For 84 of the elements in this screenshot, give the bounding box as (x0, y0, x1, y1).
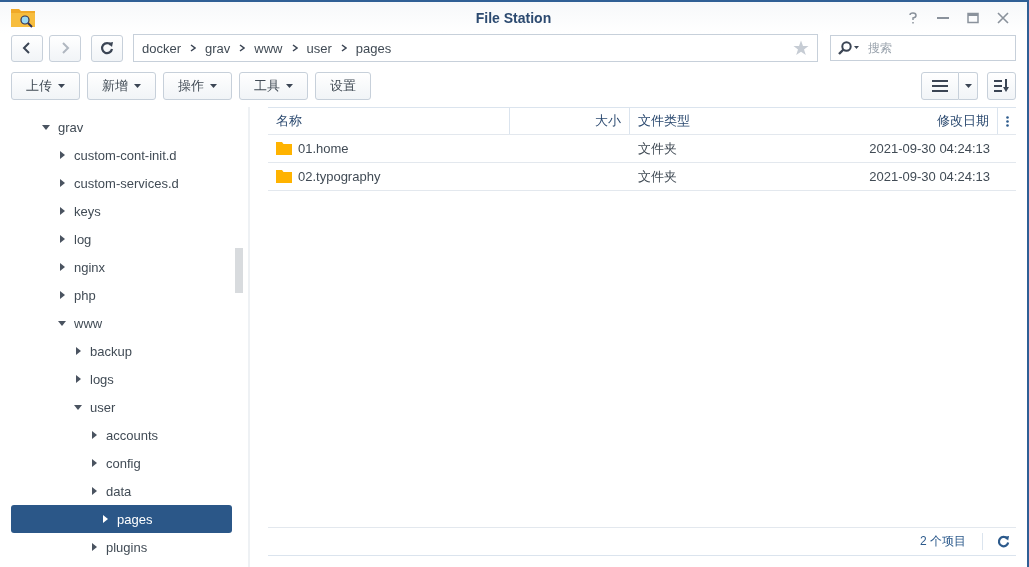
path-segment[interactable]: www (254, 40, 283, 56)
tree-item[interactable]: www (0, 309, 232, 337)
caret-icon (964, 84, 972, 88)
chevron-left-icon (22, 42, 32, 54)
caret-icon (210, 84, 217, 88)
caret-icon (58, 207, 66, 215)
menu-icon (932, 80, 948, 92)
star-icon[interactable] (793, 40, 809, 56)
tree-item[interactable]: logs (0, 365, 232, 393)
caret-icon (134, 84, 141, 88)
caret-icon (58, 235, 66, 243)
caret-icon (90, 431, 98, 439)
caret-icon (74, 347, 82, 355)
tree-item[interactable]: accounts (0, 421, 232, 449)
toolbar-button[interactable]: 设置 (315, 72, 371, 100)
caret-icon (58, 151, 66, 159)
column-header[interactable]: 文件类型 (630, 108, 781, 134)
tree-item[interactable]: keys (0, 197, 232, 225)
path-segment[interactable]: pages (355, 40, 392, 56)
chevron-icon (239, 44, 246, 52)
refresh-icon (100, 41, 114, 55)
tree-item[interactable]: data (0, 477, 232, 505)
caret-icon (74, 403, 82, 411)
caret-icon (90, 487, 98, 495)
tree-item[interactable]: custom-services.d (0, 169, 232, 197)
more-icon[interactable] (1005, 115, 1009, 127)
caret-icon (58, 319, 66, 327)
refresh-icon[interactable] (997, 535, 1010, 548)
file-name[interactable]: 02.typography (298, 169, 381, 184)
tree-item[interactable]: nginx (0, 253, 232, 281)
table-cell-text: 2021-09-30 04:24:13 (868, 168, 991, 186)
chevron-icon (190, 44, 197, 52)
table-cell-text: 2021-09-30 04:24:13 (868, 140, 991, 158)
path-segment[interactable]: user (306, 40, 332, 56)
caret-icon (42, 123, 50, 131)
tree-item[interactable]: custom-cont-init.d (0, 141, 232, 169)
column-header[interactable]: 修改日期 (781, 108, 998, 134)
caret-icon (286, 84, 293, 88)
chevron-icon (291, 44, 298, 52)
toolbar-button[interactable]: 工具 (239, 72, 308, 100)
scrollbar-thumb[interactable] (235, 248, 243, 293)
chevron-icon (340, 44, 347, 52)
chevron-right-icon (60, 42, 70, 54)
tree-item[interactable]: plugins (0, 533, 232, 561)
toolbar-button[interactable]: 新增 (87, 72, 156, 100)
close-icon[interactable] (997, 11, 1009, 24)
tree-item[interactable]: php (0, 281, 232, 309)
back-button[interactable] (11, 34, 43, 62)
tree-item[interactable]: grav (0, 113, 232, 141)
caret-icon (90, 459, 98, 467)
tree-item[interactable]: log (0, 225, 232, 253)
caret-icon (90, 543, 98, 551)
refresh-button[interactable] (91, 34, 123, 62)
tree-item[interactable]: pages (11, 505, 232, 533)
tree-item[interactable]: user (0, 393, 232, 421)
view-dropdown-button[interactable] (959, 72, 978, 100)
file-name[interactable]: 01.home (298, 141, 349, 156)
caret-icon (58, 179, 66, 187)
sort-button[interactable] (987, 72, 1016, 100)
item-count: 2 个项目 (920, 533, 983, 550)
tree-item[interactable]: config (0, 449, 232, 477)
caret-icon (101, 515, 109, 523)
folder-icon (276, 170, 292, 183)
path-segment[interactable]: docker (142, 40, 182, 56)
path-segment[interactable]: grav (205, 40, 231, 56)
list-view-button[interactable] (921, 72, 959, 100)
caret-icon (58, 84, 65, 88)
folder-icon (276, 142, 292, 155)
column-header[interactable]: 名称 (268, 108, 510, 134)
caret-icon (58, 263, 66, 271)
table-cell-text: 文件夹 (637, 167, 678, 186)
sort-icon (993, 79, 1010, 93)
help-icon[interactable] (907, 11, 919, 24)
search-field[interactable]: 搜索 (830, 35, 1016, 61)
maximize-icon[interactable] (967, 11, 979, 24)
table-cell-text: 文件夹 (637, 139, 678, 158)
toolbar-button[interactable]: 操作 (163, 72, 232, 100)
column-header[interactable]: 大小 (510, 108, 630, 134)
toolbar-button[interactable]: 上传 (11, 72, 80, 100)
caret-icon (58, 291, 66, 299)
caret-icon (74, 375, 82, 383)
search-icon (838, 41, 860, 55)
tree-item[interactable]: backup (0, 337, 232, 365)
window-title: File Station (475, 9, 552, 26)
